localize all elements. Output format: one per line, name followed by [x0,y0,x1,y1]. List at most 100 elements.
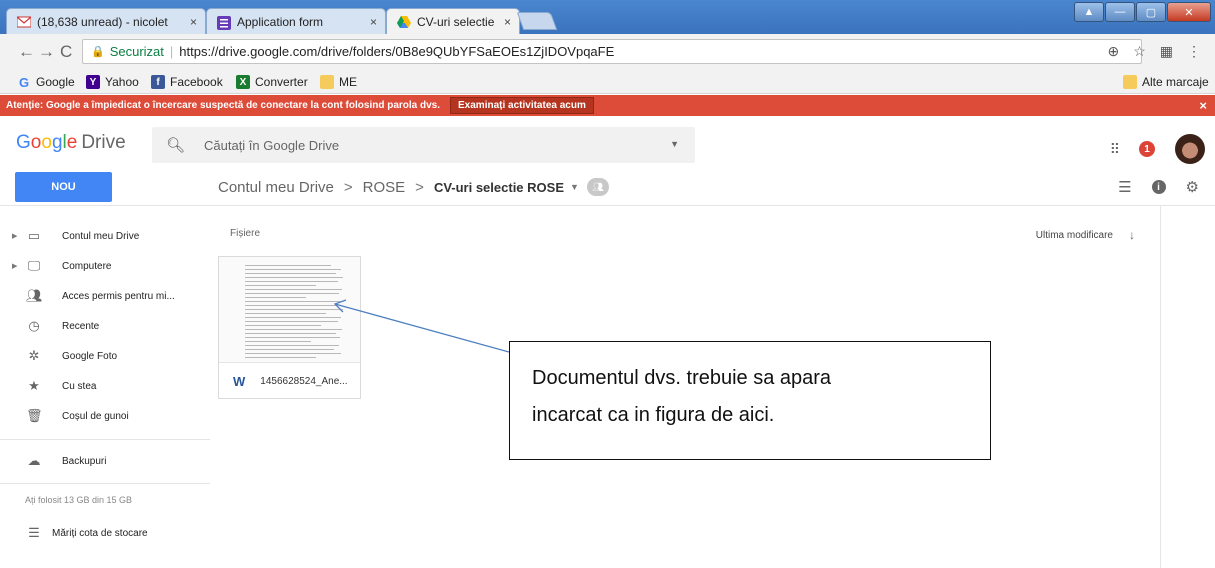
google-icon: G [18,74,30,90]
sidebar: ▶ ▭ Contul meu Drive ▶ 🖵︎ Computere 👥︎ A… [0,206,210,568]
upgrade-storage-label: Măriți cota de stocare [52,527,148,539]
arrow-down-icon[interactable]: ↓ [1129,228,1135,242]
secure-label: Securizat [109,44,164,59]
breadcrumb-my-drive[interactable]: Contul meu Drive [218,179,334,196]
bookmark-label: Converter [255,75,308,89]
shared-with-me-icon: 👥︎ [26,288,43,303]
logo-product: Drive [81,132,126,153]
sidebar-item-recent[interactable]: ◷ Recente [0,312,210,340]
address-bar[interactable]: 🔒 Securizat | https://drive.google.com/d… [82,39,1142,64]
breadcrumb-current-folder[interactable]: CV-uri selectie ROSE [434,180,564,195]
sidebar-item-label: Coșul de gunoi [62,410,129,422]
window-close-icon[interactable]: ✕ [1167,2,1211,22]
review-activity-button[interactable]: Examinați activitatea acum [450,97,594,114]
bookmark-google[interactable]: G Google [17,74,75,90]
address-separator: | [169,44,174,59]
sidebar-item-shared[interactable]: 👥︎ Acces permis pentru mi... [0,282,210,310]
clock-icon: ◷ [28,318,40,333]
tab-gmail[interactable]: (18,638 unread) - nicolet × [6,8,206,34]
breadcrumb-separator: > [343,178,353,196]
other-bookmarks[interactable]: Alte marcaje [1123,75,1209,89]
close-icon[interactable]: × [504,15,511,29]
chevron-down-icon[interactable]: ▼ [570,182,579,192]
search-icon[interactable]: 🔍︎ [166,136,185,154]
sort-label: Ultima modificare [1035,229,1113,241]
tab-label: CV-uri selectie ROSE – G [417,14,498,29]
bookmark-me[interactable]: ME [320,75,357,89]
avatar[interactable] [1175,134,1205,164]
sidebar-divider [0,483,210,484]
cloud-icon: ☁ [27,453,41,468]
forms-icon [217,15,231,30]
tab-application-form[interactable]: Application form × [206,8,386,34]
shared-folder-icon[interactable]: 👥︎ [586,178,609,196]
user-profile-icon[interactable]: ▲ [1074,2,1104,22]
close-icon[interactable]: × [1199,98,1207,113]
sidebar-item-computers[interactable]: ▶ 🖵︎ Computere [0,252,210,280]
minimize-icon[interactable]: — [1105,2,1135,22]
search-input[interactable]: 🔍︎ Căutați în Google Drive ▼ [152,127,695,163]
bookmark-label: ME [339,75,357,89]
search-options-icon[interactable]: ▼ [670,139,679,149]
callout-line-1: Documentul dvs. trebuie sa apara [532,367,832,389]
sidebar-item-label: Contul meu Drive [62,230,140,242]
instruction-callout: Documentul dvs. trebuie sa apara incarca… [509,341,991,460]
computer-icon: 🖵︎ [27,258,41,273]
close-icon[interactable]: × [370,15,377,29]
sidebar-item-trash[interactable]: 🗑︎ Coșul de gunoi [0,402,210,430]
expand-icon[interactable]: ▶ [12,262,17,270]
yahoo-icon: Y [86,75,100,89]
sidebar-item-starred[interactable]: ★ Cu stea [0,372,210,400]
bookmark-yahoo[interactable]: Y Yahoo [86,75,139,89]
view-actions: ☰ i ⚙ [1118,178,1199,196]
drive-icon: ▭ [27,228,41,243]
sidebar-item-label: Backupuri [62,455,107,467]
file-card[interactable]: W 1456628524_Ane... [218,256,361,399]
notification-badge[interactable]: 1 [1139,141,1155,157]
bookmark-star-icon[interactable]: ☆ [1133,43,1146,60]
header-actions: ⠿ 1 [1110,134,1205,164]
zoom-icon[interactable]: ⊕ [1107,43,1119,60]
apps-grid-icon[interactable]: ⠿ [1110,141,1120,158]
expand-icon[interactable]: ▶ [12,232,17,240]
sidebar-item-backups[interactable]: ☁ Backupuri [0,447,210,475]
other-bookmarks-label: Alte marcaje [1142,75,1209,89]
side-panel [1160,206,1215,568]
bookmark-converter[interactable]: X Converter [236,75,308,89]
file-name: 1456628524_Ane... [260,375,348,387]
word-document-icon: W [233,373,246,389]
browser-toolbar: ← → C 🔒 Securizat | https://drive.google… [0,34,1215,72]
alert-text: Atenție: Google a împiedicat o încercare… [6,100,441,111]
upgrade-storage-link[interactable]: ☰ Măriți cota de stocare [0,519,210,547]
file-thumbnail [219,257,360,363]
bookmark-label: Google [36,75,75,89]
drive-icon [397,15,411,28]
reload-icon[interactable]: C [60,42,72,62]
forward-icon[interactable]: → [38,42,55,62]
maximize-icon[interactable]: ▢ [1136,2,1166,22]
google-drive-logo[interactable]: Google Drive [16,132,126,154]
info-icon[interactable]: i [1151,180,1166,194]
folder-icon [320,75,334,89]
close-icon[interactable]: × [190,15,197,29]
files-heading: Fișiere [230,228,261,239]
gear-icon[interactable]: ⚙ [1186,178,1199,196]
sort-control[interactable]: Ultima modificare ↓ [1036,228,1135,242]
facebook-icon: f [151,75,165,89]
toolbar-actions: ⊕ ☆ ▦ ⋮ [1107,43,1201,60]
sidebar-item-photos[interactable]: ✲ Google Foto [0,342,210,370]
back-icon[interactable]: ← [18,42,35,62]
sidebar-item-label: Cu stea [62,380,97,392]
new-tab-button[interactable] [516,12,558,30]
new-button[interactable]: NOU [15,172,112,202]
sidebar-item-my-drive[interactable]: ▶ ▭ Contul meu Drive [0,222,210,250]
breadcrumb-rose[interactable]: ROSE [363,179,406,196]
tab-label: (18,638 unread) - nicolet [37,14,168,29]
bookmark-facebook[interactable]: f Facebook [151,75,223,89]
list-view-icon[interactable]: ☰ [1118,178,1131,196]
sidebar-item-label: Google Foto [62,350,118,362]
tab-drive-folder[interactable]: CV-uri selectie ROSE – G × [386,8,520,34]
extension-icon[interactable]: ▦ [1160,43,1173,60]
mail-icon [16,16,32,28]
menu-icon[interactable]: ⋮ [1187,43,1201,60]
